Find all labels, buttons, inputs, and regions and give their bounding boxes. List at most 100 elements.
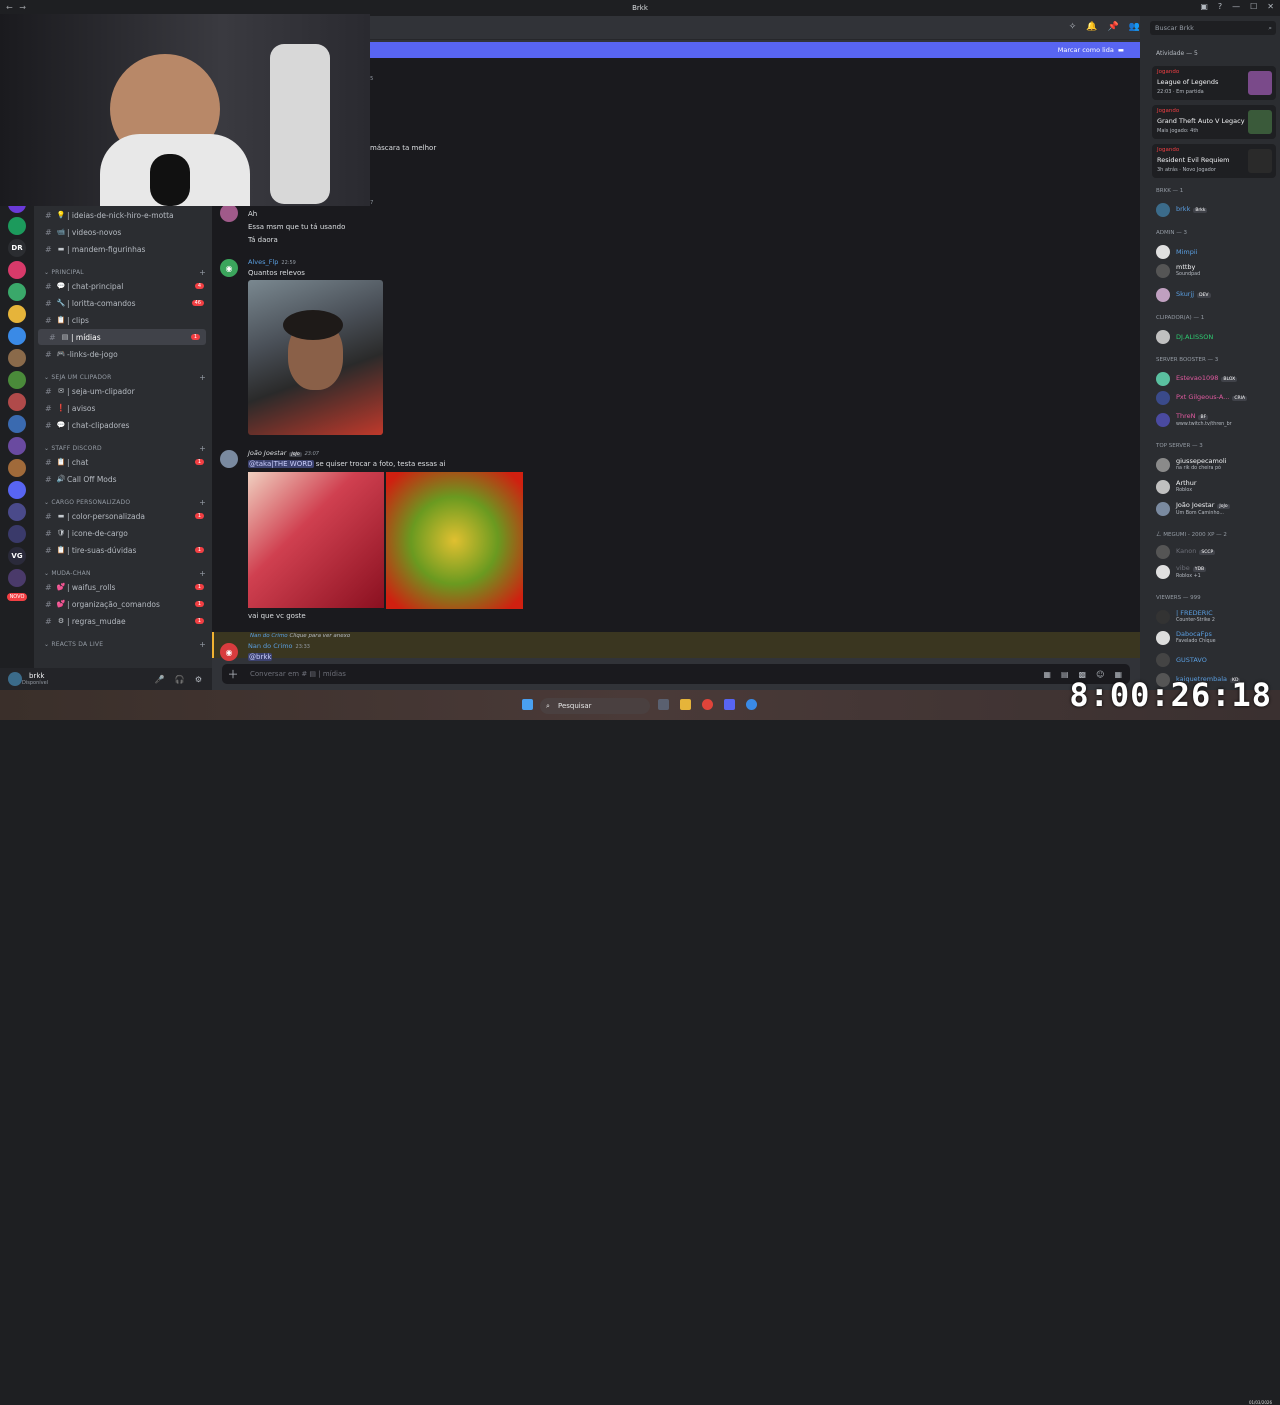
browser-icon[interactable]	[746, 699, 757, 710]
server-icon[interactable]	[8, 349, 26, 367]
member-item[interactable]: DJ.ALISSON	[1156, 329, 1276, 345]
channel-item[interactable]: # ✉ | seja-um-clipador	[34, 383, 210, 399]
user-mention[interactable]: @taka|THE WORD	[248, 460, 314, 468]
channel-item[interactable]: # ▤ | mídias 1	[38, 329, 206, 345]
channel-item[interactable]: # 💬 | chat-clipadores	[34, 417, 210, 433]
server-icon[interactable]	[8, 481, 26, 499]
chrome-icon[interactable]	[702, 699, 713, 710]
minimize-icon[interactable]: —	[1232, 2, 1240, 11]
file-explorer-icon[interactable]	[680, 699, 691, 710]
activity-card[interactable]: Jogando League of Legends 22:03 · Em parti…	[1152, 66, 1276, 100]
member-item[interactable]: giussepecamoli na rik do cheira pó	[1156, 457, 1276, 473]
member-item[interactable]: Estevao1098 BLOX	[1156, 371, 1276, 387]
reply-author[interactable]: Nan do Crimo	[250, 633, 288, 639]
avatar[interactable]	[220, 204, 238, 222]
server-icon[interactable]	[8, 437, 26, 455]
gif-icon[interactable]: ▤	[1061, 670, 1069, 679]
member-item[interactable]: mttby Soundpad	[1156, 263, 1276, 279]
server-icon[interactable]: DR	[8, 239, 26, 257]
channel-item[interactable]: # 💕 | waifus_rolls 1	[34, 579, 210, 595]
member-item[interactable]: Mimpii	[1156, 244, 1276, 260]
microphone-icon[interactable]: 🎤	[155, 675, 165, 684]
channel-category[interactable]: ⌄ SEJA UM CLIPADOR +	[44, 371, 206, 383]
add-channel-icon[interactable]: +	[199, 640, 206, 649]
server-icon[interactable]	[8, 261, 26, 279]
channel-category[interactable]: ⌄ MUDA-CHAN +	[44, 567, 206, 579]
discord-logo-icon[interactable]: ◉	[220, 643, 238, 661]
message-author[interactable]: Nan do Crimo 23:33	[248, 642, 310, 650]
add-channel-icon[interactable]: +	[199, 268, 206, 277]
server-icon[interactable]: VG	[8, 547, 26, 565]
member-item[interactable]: brkk Brkk	[1156, 202, 1276, 218]
message-composer[interactable]: ＋ Conversar em # ▤ | mídias ▦ ▤ ▩ ☺ ▦	[222, 664, 1130, 684]
discord-logo-icon[interactable]: ◉	[220, 259, 238, 277]
channel-item[interactable]: # 💕 | organização_comandos 1	[34, 596, 210, 612]
close-icon[interactable]: ✕	[1267, 2, 1274, 11]
add-channel-icon[interactable]: +	[199, 569, 206, 578]
maximize-icon[interactable]: ☐	[1250, 2, 1257, 11]
new-badge[interactable]: NOVO	[6, 593, 28, 601]
member-item[interactable]: Skurjj DEV	[1156, 287, 1276, 303]
member-item[interactable]: Kanon SCCP	[1156, 544, 1276, 560]
new-messages-banner[interactable]: Marcar como lida ▬	[370, 42, 1140, 58]
help-icon[interactable]: ?	[1218, 2, 1222, 11]
add-channel-icon[interactable]: +	[199, 444, 206, 453]
member-item[interactable]: vibe YDB Roblox +1	[1156, 564, 1276, 580]
member-item[interactable]: ThreN BF www.twitch.tv/thren_br	[1156, 412, 1276, 428]
channel-item[interactable]: # ❗ | avisos	[34, 400, 210, 416]
inbox-icon[interactable]: ▣	[1200, 2, 1208, 11]
channel-item[interactable]: # 📋 | chat 1	[34, 454, 210, 470]
member-list-icon[interactable]: 👥	[1129, 22, 1140, 32]
channel-category[interactable]: ⌄ CARGO PERSONALIZADO +	[44, 496, 206, 508]
avatar[interactable]	[220, 450, 238, 468]
member-item[interactable]: João Joestar JoJo Um Bom Caminho...	[1156, 501, 1276, 517]
server-icon[interactable]	[8, 415, 26, 433]
pin-icon[interactable]: 📌	[1108, 22, 1119, 32]
activity-card[interactable]: Jogando Resident Evil Requiem 3h atrás · N…	[1152, 144, 1276, 178]
task-view-icon[interactable]	[658, 699, 669, 710]
server-icon[interactable]	[8, 305, 26, 323]
message-input[interactable]: Conversar em # ▤ | mídias	[250, 670, 346, 678]
user-mention[interactable]: @brkk	[248, 653, 273, 661]
message-author[interactable]: Alves_Flp 22:59	[248, 258, 296, 266]
channel-item[interactable]: # 💡 | ideias-de-nick-hiro-e-motta	[34, 207, 210, 223]
headphones-icon[interactable]: 🎧	[175, 675, 185, 684]
image-attachment[interactable]	[386, 472, 523, 609]
search-input[interactable]: Buscar Brkk ⌕	[1150, 21, 1276, 35]
channel-item[interactable]: # 💬 | chat-principal 4	[34, 278, 210, 294]
settings-gear-icon[interactable]: ⚙	[195, 675, 202, 684]
taskbar-search[interactable]: ⌕ Pesquisar	[540, 698, 650, 714]
channel-item[interactable]: # ▬ | color-personalizada 1	[34, 508, 210, 524]
server-icon[interactable]	[8, 393, 26, 411]
server-icon[interactable]	[8, 327, 26, 345]
windows-start-icon[interactable]	[522, 699, 533, 710]
author-name[interactable]: João Joestar	[248, 449, 286, 457]
channel-category[interactable]: ⌄ REACTS DA LIVE +	[44, 638, 206, 650]
channel-item[interactable]: # 📋 | clips	[34, 312, 210, 328]
member-item[interactable]: GUSTAVO	[1156, 652, 1276, 668]
channel-item[interactable]: # 🎮 -links-de-jogo	[34, 346, 210, 362]
server-icon[interactable]	[8, 503, 26, 521]
add-channel-icon[interactable]: +	[199, 498, 206, 507]
server-icon[interactable]	[8, 525, 26, 543]
author-name[interactable]: Alves_Flp	[248, 258, 278, 266]
member-item[interactable]: Arthur Roblox	[1156, 479, 1276, 495]
member-item[interactable]: | FREDERIC Counter-Strike 2	[1156, 609, 1276, 625]
channel-item[interactable]: # 🛡 | icone-de-cargo	[34, 525, 210, 541]
member-item[interactable]: Pxt Gilgeous-A... CRIA	[1156, 390, 1276, 406]
gift-icon[interactable]: ▦	[1043, 670, 1051, 679]
server-icon[interactable]	[8, 569, 26, 587]
threads-icon[interactable]: ✧	[1069, 22, 1077, 32]
image-attachment[interactable]	[248, 472, 384, 608]
reply-preview[interactable]: Nan do Crimo Clique para ver anexo	[250, 633, 350, 639]
add-channel-icon[interactable]: +	[199, 373, 206, 382]
message-author[interactable]: João Joestar JoJo 23:07	[248, 449, 319, 457]
nav-arrows-icon[interactable]: ← →	[6, 3, 28, 12]
image-attachment[interactable]	[248, 280, 383, 435]
channel-item[interactable]: # 🔊 Call Off Mods	[34, 471, 210, 487]
server-icon[interactable]	[8, 217, 26, 235]
avatar[interactable]	[8, 672, 22, 686]
channel-item[interactable]: # ⚙ | regras_mudae 1	[34, 613, 210, 629]
discord-taskbar-icon[interactable]	[724, 699, 735, 710]
server-icon[interactable]	[8, 459, 26, 477]
